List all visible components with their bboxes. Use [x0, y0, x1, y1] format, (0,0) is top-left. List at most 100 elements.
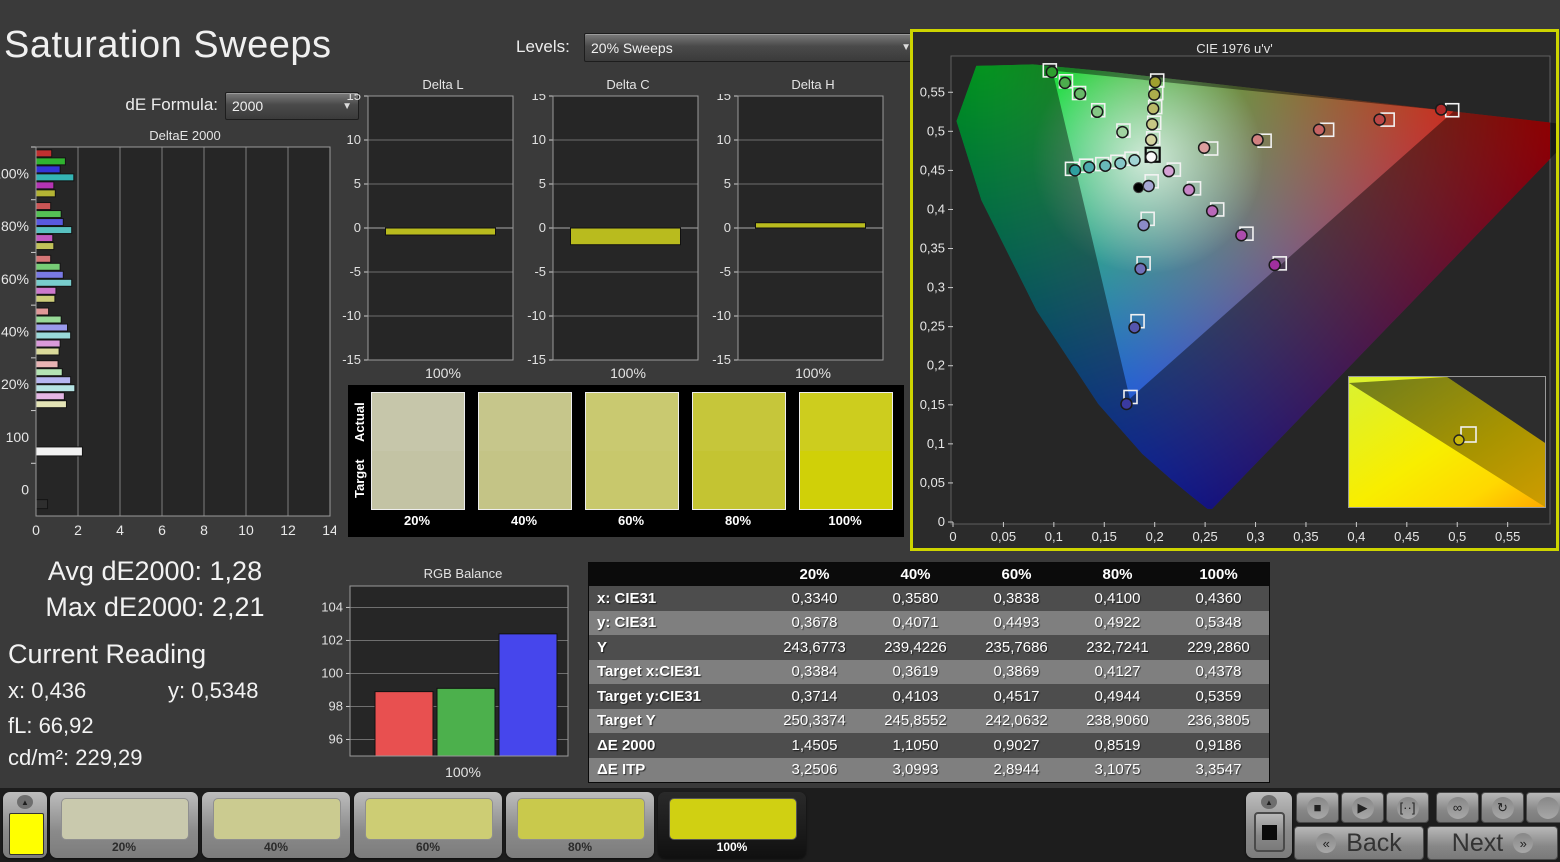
strip-swatch-target	[800, 451, 892, 509]
deltae2000-chart-plot: 02468101214100%80%60%40%20%1000	[0, 145, 336, 539]
patch-tile-100%[interactable]: 100%	[658, 792, 806, 858]
svg-text:6: 6	[158, 522, 166, 538]
back-button[interactable]: « Back	[1294, 826, 1424, 860]
patch-window-up-icon[interactable]: ▲	[1261, 795, 1277, 809]
patch-tile-label: 100%	[658, 840, 806, 854]
table-row-label: ΔE 2000	[589, 733, 764, 758]
svg-text:0: 0	[724, 220, 731, 235]
patch-tile-80%[interactable]: 80%	[506, 792, 654, 858]
strip-swatch-20%	[371, 392, 465, 510]
strip-swatch-80%	[692, 392, 786, 510]
svg-text:104: 104	[321, 599, 343, 614]
svg-text:-5: -5	[719, 264, 731, 279]
table-cell: 3,1075	[1067, 758, 1168, 783]
svg-text:0,35: 0,35	[1293, 529, 1318, 544]
delta-l-plot: 151050-5-10-15	[338, 94, 518, 364]
levels-dropdown[interactable]: 20% Sweeps ▼	[584, 33, 918, 62]
strip-swatch-actual	[800, 393, 892, 451]
svg-text:0,15: 0,15	[1092, 529, 1117, 544]
delta-l-chart: Delta L 151050-5-10-15 100%	[338, 77, 518, 382]
table-cell: 0,4360	[1168, 586, 1269, 611]
svg-text:-5: -5	[534, 264, 546, 279]
table-row-label: y: CIE31	[589, 611, 764, 636]
table-column-header: 80%	[1067, 563, 1168, 586]
svg-text:0,1: 0,1	[1045, 529, 1063, 544]
table-column-header: 40%	[865, 563, 966, 586]
patch-window-button[interactable]	[1254, 812, 1285, 852]
svg-text:0,55: 0,55	[1495, 529, 1520, 544]
delta-h-chart: Delta H 151050-5-10-15 100%	[708, 77, 888, 382]
table-cell: 0,8519	[1067, 733, 1168, 758]
strip-swatch-label: 20%	[371, 513, 463, 528]
svg-text:10: 10	[238, 522, 254, 538]
strip-swatch-label: 80%	[692, 513, 784, 528]
svg-text:0,5: 0,5	[927, 123, 945, 138]
inset-measured-point	[1454, 435, 1464, 445]
svg-text:0,3: 0,3	[927, 280, 945, 295]
table-cell: 0,3619	[865, 660, 966, 685]
table-cell: 0,9186	[1168, 733, 1269, 758]
svg-text:0,5: 0,5	[1448, 529, 1466, 544]
chevrons-left-icon: «	[1316, 833, 1336, 853]
delta-c-chart: Delta C 151050-5-10-15 100%	[523, 77, 703, 382]
table-cell: 0,3340	[764, 586, 865, 611]
svg-text:0,55: 0,55	[920, 84, 945, 99]
refresh-button[interactable]: ↻	[1481, 792, 1524, 823]
delta-h-plot: 151050-5-10-15	[708, 94, 888, 364]
table-cell: 232,7241	[1067, 635, 1168, 660]
svg-text:0,25: 0,25	[1192, 529, 1217, 544]
svg-text:102: 102	[321, 632, 343, 647]
play-button[interactable]: ▶	[1341, 792, 1384, 823]
table-cell: 250,3374	[764, 709, 865, 734]
svg-text:0,05: 0,05	[920, 475, 945, 490]
svg-text:0,4: 0,4	[927, 201, 945, 216]
table-cell: 0,3869	[966, 660, 1067, 685]
app-root: Saturation Sweeps dE Formula: 2000 ▼ Del…	[0, 0, 1560, 862]
table-cell: 229,2860	[1168, 635, 1269, 660]
delta-c-plot: 151050-5-10-15	[523, 94, 703, 364]
current-patch-tile[interactable]: ▲	[3, 792, 47, 858]
next-button[interactable]: Next »	[1427, 826, 1558, 860]
patch-tile-40%[interactable]: 40%	[202, 792, 350, 858]
patch-window-up-icon[interactable]: ▲	[17, 795, 33, 809]
table-cell: 0,4378	[1168, 660, 1269, 685]
patch-tile-60%[interactable]: 60%	[354, 792, 502, 858]
table-cell: 235,7686	[966, 635, 1067, 660]
table-cell: 1,4505	[764, 733, 865, 758]
svg-text:0,2: 0,2	[927, 358, 945, 373]
table-cell: 0,5348	[1168, 611, 1269, 636]
actual-target-swatch-strip: Actual Target 20%40%60%80%100%	[348, 385, 904, 537]
strip-swatch-target	[586, 451, 678, 509]
rgb-balance-plot: 9698100102104	[320, 584, 578, 762]
stop-button[interactable]: ■	[1296, 792, 1339, 823]
svg-text:10: 10	[347, 132, 361, 147]
play-icon: ▶	[1352, 797, 1374, 819]
svg-text:-10: -10	[342, 308, 361, 323]
table-cell: 0,3714	[764, 684, 865, 709]
patch-tile-20%[interactable]: 20%	[50, 792, 198, 858]
strip-swatch-actual	[479, 393, 571, 451]
bottom-bar: ▲ 20% 40%60%80% 100% ▲ ■ ▶ [··]∞↻ « Back Nex…	[0, 788, 1560, 862]
svg-text:15: 15	[717, 94, 731, 103]
infinity-button[interactable]: ∞	[1436, 792, 1479, 823]
chevrons-right-icon: »	[1513, 833, 1533, 853]
svg-text:96: 96	[329, 731, 343, 746]
circle-icon	[1537, 797, 1559, 819]
table-row-label: x: CIE31	[589, 586, 764, 611]
cie-1976-panel[interactable]: CIE 1976 u'v' 000,050,050,10,10,150,150,…	[910, 29, 1559, 551]
patch-tile-label: 20%	[50, 840, 198, 854]
table-cell: 0,4493	[966, 611, 1067, 636]
svg-text:-15: -15	[527, 352, 546, 364]
table-cell: 0,5359	[1168, 684, 1269, 709]
current-reading-title: Current Reading	[8, 639, 206, 670]
circle-button[interactable]	[1526, 792, 1560, 823]
strip-swatch-60%	[585, 392, 679, 510]
svg-text:5: 5	[354, 176, 361, 191]
delta-c-title: Delta C	[553, 77, 703, 92]
svg-text:98: 98	[329, 698, 343, 713]
bracket-dots-button[interactable]: [··]	[1386, 792, 1429, 823]
table-cell: 0,4103	[865, 684, 966, 709]
strip-swatch-40%	[478, 392, 572, 510]
table-row-label: Target x:CIE31	[589, 660, 764, 685]
svg-text:0,1: 0,1	[927, 436, 945, 451]
